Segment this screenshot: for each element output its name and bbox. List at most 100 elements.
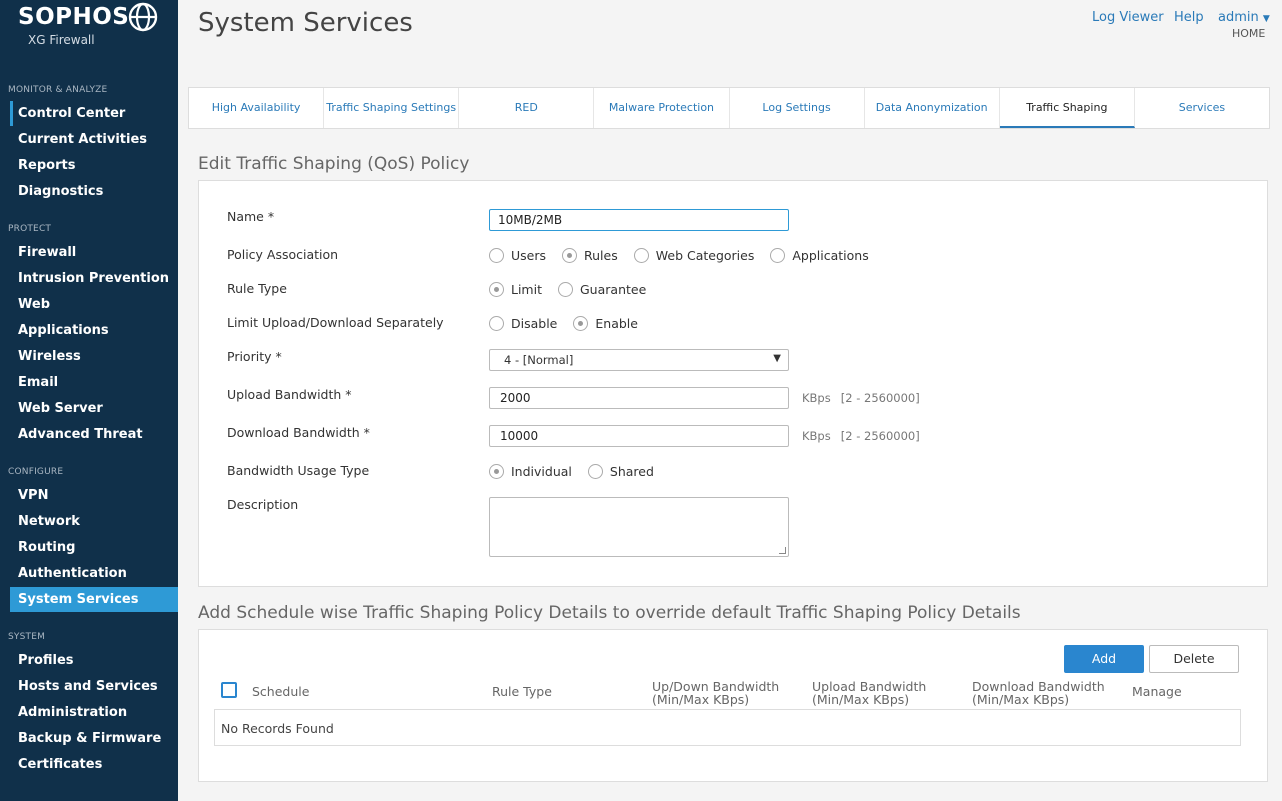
assoc-web-categories-radio[interactable]: Web Categories [633,248,755,263]
policy-association-label: Policy Association [227,247,339,262]
bandwidth-usage-label: Bandwidth Usage Type [227,463,370,478]
name-input[interactable] [489,209,789,231]
radio-label: Limit [511,282,542,297]
nav-item-reports[interactable]: Reports [10,153,178,178]
empty-records-row: No Records Found [214,709,1241,746]
nav-section-monitor: MONITOR & ANALYZE [8,85,108,95]
nav-item-backup-firmware[interactable]: Backup & Firmware [10,726,178,751]
nav-item-profiles[interactable]: Profiles [10,648,178,673]
nav-item-certificates[interactable]: Certificates [10,752,178,777]
unit-label: KBps [802,391,831,405]
nav-item-vpn[interactable]: VPN [10,483,178,508]
upload-bandwidth-input[interactable] [489,387,789,409]
bandwidth-usage-group: Individual Shared [489,464,670,479]
dropdown-arrow-icon: ▼ [773,353,781,364]
nav-item-wireless[interactable]: Wireless [10,344,178,369]
log-viewer-link[interactable]: Log Viewer [1092,10,1164,25]
tab-high-availability[interactable]: High Availability [189,88,325,128]
column-subtitle: (Min/Max KBps) [812,692,910,707]
nav-item-email[interactable]: Email [10,370,178,395]
column-subtitle: (Min/Max KBps) [972,692,1070,707]
nav-item-authentication[interactable]: Authentication [10,561,178,586]
description-label: Description [227,497,299,512]
tab-services[interactable]: Services [1135,88,1269,128]
nav-item-firewall[interactable]: Firewall [10,240,178,265]
home-breadcrumb: HOME [1232,27,1266,40]
radio-label: Disable [511,316,558,331]
tab-red[interactable]: RED [459,88,595,128]
nav-item-intrusion-prevention[interactable]: Intrusion Prevention [10,266,178,291]
nav-section-protect: PROTECT [8,224,52,234]
column-subtitle: (Min/Max KBps) [652,692,750,707]
assoc-applications-radio[interactable]: Applications [770,248,869,263]
radio-circle [573,316,589,331]
radio-circle [489,282,504,297]
delete-button[interactable]: Delete [1149,645,1239,673]
upload-bandwidth-label: Upload Bandwidth * [227,387,352,402]
nav-item-administration[interactable]: Administration [10,700,178,725]
tab-malware-protection[interactable]: Malware Protection [594,88,730,128]
column-manage: Manage [1132,684,1182,699]
nav-item-applications[interactable]: Applications [10,318,178,343]
tab-traffic-shaping[interactable]: Traffic Shaping [999,88,1135,128]
nav-item-current-activities[interactable]: Current Activities [10,127,178,152]
radio-label: Guarantee [580,282,647,297]
assoc-users-radio[interactable]: Users [489,248,546,263]
radio-label: Rules [584,248,618,263]
assoc-rules-radio[interactable]: Rules [562,248,618,263]
help-link[interactable]: Help [1174,10,1204,25]
nav-item-hosts-and-services[interactable]: Hosts and Services [10,674,178,699]
rule-type-limit-radio[interactable]: Limit [489,282,542,297]
select-all-checkbox[interactable] [221,682,237,698]
nav-section-system: SYSTEM [8,632,46,642]
tab-log-settings[interactable]: Log Settings [730,88,865,128]
radio-label: Web Categories [655,248,755,263]
policy-association-group: Users Rules Web Categories Applications [489,248,885,263]
brand-logo[interactable]: SOPHOS [18,4,129,30]
download-bandwidth-hint: KBps [2 - 2560000] [802,429,920,443]
description-textarea[interactable] [489,497,789,557]
download-bandwidth-input[interactable] [489,425,789,447]
radio-circle [562,248,578,263]
column-schedule: Schedule [252,684,310,699]
range-label: [2 - 2560000] [840,429,920,443]
nav-item-web[interactable]: Web [10,292,178,317]
range-label: [2 - 2560000] [840,391,920,405]
nav-item-routing[interactable]: Routing [10,535,178,560]
rule-type-group: Limit Guarantee [489,282,662,297]
separate-disable-radio[interactable]: Disable [489,316,557,331]
radio-label: Applications [792,248,869,263]
add-button[interactable]: Add [1064,645,1144,673]
nav-item-diagnostics[interactable]: Diagnostics [10,179,178,204]
tab-data-anonymization[interactable]: Data Anonymization [865,88,1000,128]
radio-circle [770,248,786,263]
form-title: Edit Traffic Shaping (QoS) Policy [198,154,470,174]
nav-item-advanced-threat[interactable]: Advanced Threat [10,422,178,447]
priority-select[interactable]: 4 - [Normal] ▼ [489,349,789,371]
nav-item-web-server[interactable]: Web Server [10,396,178,421]
priority-label: Priority * [227,349,282,364]
column-updown-bandwidth: Up/Down Bandwidth (Min/Max KBps) [652,680,779,706]
radio-circle [489,248,504,263]
rule-type-guarantee-radio[interactable]: Guarantee [558,282,646,297]
nav-item-control-center[interactable]: Control Center [10,101,178,126]
page-title: System Services [198,8,413,38]
tab-traffic-shaping-settings[interactable]: Traffic Shaping Settings [324,88,460,128]
tab-bar: High Availability Traffic Shaping Settin… [188,87,1270,129]
usage-shared-radio[interactable]: Shared [587,464,654,479]
radio-circle [587,464,603,479]
resize-grip-icon[interactable] [779,547,786,554]
user-menu[interactable]: admin ▼ [1218,10,1270,25]
column-download-bandwidth: Download Bandwidth (Min/Max KBps) [972,680,1105,706]
user-name: admin [1218,10,1259,25]
usage-individual-radio[interactable]: Individual [489,464,572,479]
name-label: Name * [227,209,275,224]
nav-item-network[interactable]: Network [10,509,178,534]
radio-circle [489,464,504,479]
product-name: XG Firewall [28,33,95,47]
separate-enable-radio[interactable]: Enable [573,316,638,331]
nav-item-system-services[interactable]: System Services [10,587,178,612]
sidebar: SOPHOS XG Firewall MONITOR & ANALYZE Con… [0,0,178,801]
column-upload-bandwidth: Upload Bandwidth (Min/Max KBps) [812,680,926,706]
download-bandwidth-label: Download Bandwidth * [227,425,370,440]
